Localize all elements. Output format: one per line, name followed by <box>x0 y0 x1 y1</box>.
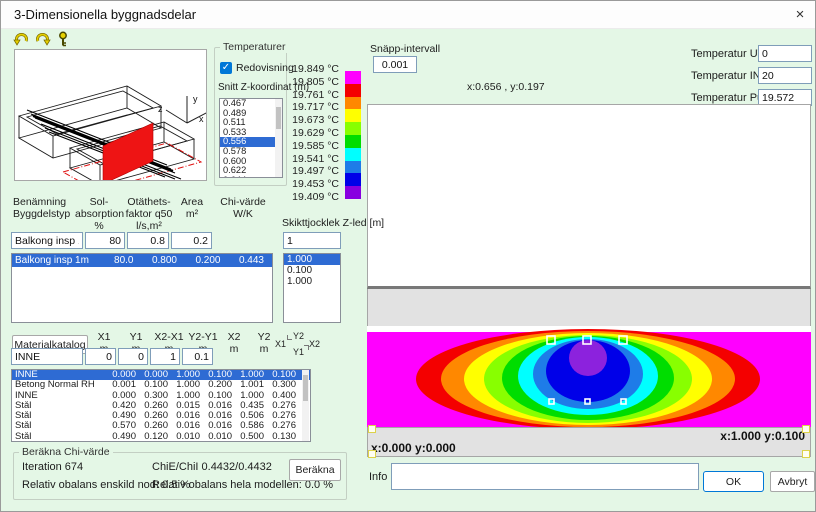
skikt-list-item[interactable]: 0.100 <box>284 265 340 276</box>
part-area-input[interactable] <box>171 232 212 249</box>
z-list-scrollbar[interactable] <box>275 99 282 177</box>
z-coordinate-list[interactable]: 0.4670.4890.5110.5330.5560.5780.6000.622… <box>219 98 283 178</box>
temperaturer-group: Temperaturer Redovisning Snitt Z-koordin… <box>214 47 287 186</box>
axis-x-label: x <box>199 114 204 124</box>
selection-handle[interactable] <box>368 425 376 433</box>
snapp-intervall-label: Snäpp-intervall <box>370 43 440 55</box>
material-list-row[interactable]: Stål0.490 0.1200.010 0.0100.500 0.130 <box>12 432 310 442</box>
header-benamning: Benämning Byggdelstyp <box>13 197 81 221</box>
temperature-scale-labels: 19.849 °C19.805 °C19.761 °C19.717 °C19.6… <box>289 63 339 204</box>
temperature-scale-colorbar <box>345 71 361 199</box>
cursor-coordinates: x:0.656 , y:0.197 <box>467 81 545 93</box>
header-otathet: Otäthets- faktor q50 l/s,m² <box>123 197 175 232</box>
model-3d-view[interactable]: y z x <box>14 49 207 181</box>
berakna-button[interactable]: Beräkna <box>289 459 341 481</box>
material-list-scrollbar[interactable] <box>302 370 309 441</box>
temperaturer-group-label: Temperaturer <box>220 41 288 53</box>
material-name-input[interactable] <box>11 348 83 365</box>
heatmap-coordinate-strip: x:1.000 y:0.100 x:0.000 y:0.000 <box>367 427 811 457</box>
coord-bottom-left: x:0.000 y:0.000 <box>371 441 456 455</box>
section-margin-panel <box>367 289 811 326</box>
header-x2: X2 m <box>221 332 247 356</box>
selection-handle[interactable] <box>368 450 376 458</box>
material-list[interactable]: INNE0.000 0.0001.000 0.1001.000 0.100 Be… <box>11 369 311 442</box>
close-icon[interactable]: × <box>787 4 813 26</box>
header-chivarde: Chi-värde W/K <box>217 197 269 221</box>
axis-z-label: z <box>158 104 163 114</box>
berakna-group: Beräkna Chi-värde Iteration 674 ChiE/Chi… <box>13 452 347 500</box>
redovisning-label: Redovisning <box>236 62 294 74</box>
axis-y-label: y <box>193 94 198 104</box>
temperatur-ute-input[interactable] <box>758 45 812 62</box>
z-list-item[interactable]: 0.644 <box>220 176 282 178</box>
coordinate-diagram: X1 Y2 Y1 X2 <box>275 331 321 359</box>
header-y2: Y2 m <box>251 332 277 356</box>
chi-text: ChiE/ChiI 0.4432/0.4432 <box>152 461 272 473</box>
iteration-text: Iteration 674 <box>22 461 83 473</box>
info-label: Info <box>369 471 387 483</box>
skikttjocklek-label: Skikttjocklek Z-led [m] <box>282 217 384 229</box>
material-x2x1-input[interactable] <box>150 348 180 365</box>
berakna-group-label: Beräkna Chi-värde <box>19 446 113 458</box>
rotate-right-icon[interactable] <box>34 31 51 47</box>
cancel-button[interactable]: Avbryt <box>770 471 815 492</box>
parts-list[interactable]: Balkong insp 1m80.0 0.8000.200 0.443 <box>11 253 273 323</box>
skikttjocklek-list[interactable]: 1.0000.1001.000 <box>283 253 341 323</box>
info-input[interactable] <box>391 463 699 490</box>
window-title: 3-Dimensionella byggnadsdelar <box>14 7 196 22</box>
skikttjocklek-input[interactable] <box>283 232 341 249</box>
redovisning-checkbox[interactable] <box>220 62 232 74</box>
header-area: Area m² <box>173 197 211 221</box>
rotate-left-icon[interactable] <box>13 31 30 47</box>
coord-top-right: x:1.000 y:0.100 <box>720 429 805 443</box>
part-q50-input[interactable] <box>127 232 169 249</box>
temperatur-inne-input[interactable] <box>758 67 812 84</box>
section-drawing-canvas[interactable] <box>367 104 811 289</box>
skikt-list-item[interactable]: 1.000 <box>284 254 340 265</box>
material-y2y1-input[interactable] <box>182 348 213 365</box>
header-solabsorption: Sol- absorption % <box>75 197 123 232</box>
dialog-3d-byggnadsdelar: 3-Dimensionella byggnadsdelar × <box>0 0 816 512</box>
snapp-intervall-input[interactable] <box>373 56 417 73</box>
selection-handle[interactable] <box>802 425 810 433</box>
skikt-list-item[interactable]: 1.000 <box>284 276 340 287</box>
parts-list-row[interactable]: Balkong insp 1m80.0 0.8000.200 0.443 <box>12 254 272 267</box>
part-solabs-input[interactable] <box>85 232 125 249</box>
material-y1-input[interactable] <box>118 348 148 365</box>
part-name-input[interactable] <box>11 232 83 249</box>
key-icon[interactable] <box>57 31 74 47</box>
temperature-heatmap[interactable] <box>367 326 811 427</box>
selection-handle[interactable] <box>802 450 810 458</box>
ok-button[interactable]: OK <box>703 471 764 492</box>
material-x1-input[interactable] <box>85 348 116 365</box>
